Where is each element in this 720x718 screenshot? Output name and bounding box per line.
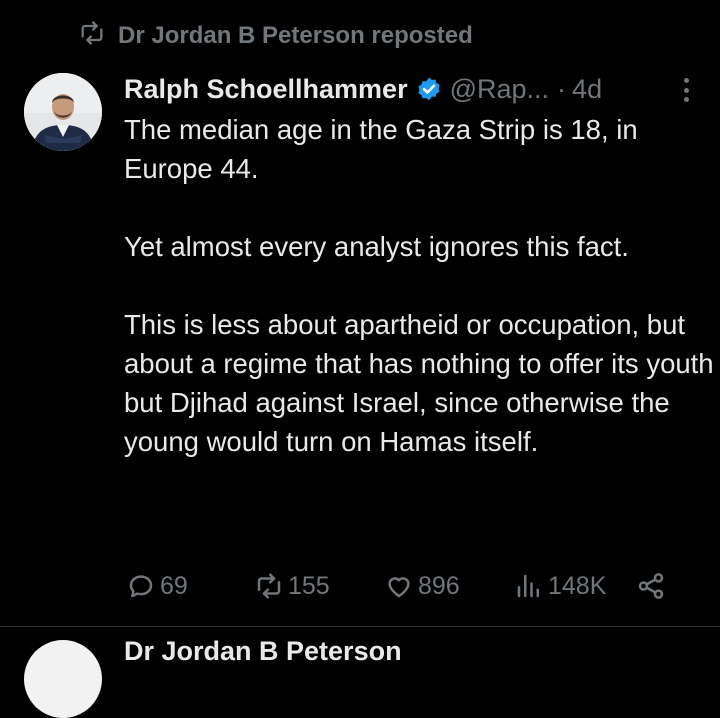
reply-button[interactable]: 69 <box>126 566 188 606</box>
header-separator: · <box>557 73 567 104</box>
tweet-paragraph: The median age in the Gaza Strip is 18, … <box>124 114 638 184</box>
next-tweet-author[interactable]: Dr Jordan B Peterson <box>124 636 402 666</box>
tweet-timestamp[interactable]: 4d <box>572 74 602 105</box>
view-count: 148K <box>548 571 607 600</box>
repost-icon <box>78 19 106 54</box>
repost-label: Dr Jordan B Peterson reposted <box>118 22 473 49</box>
views-chart-icon <box>517 574 539 598</box>
reply-icon <box>129 575 153 598</box>
repost-context[interactable]: Dr Jordan B Peterson reposted <box>78 20 473 52</box>
heart-icon <box>388 577 410 598</box>
tweet-paragraph: This is less about apartheid or occupati… <box>124 309 714 457</box>
like-count: 896 <box>418 571 460 600</box>
tweet-actions: 69 155 896 148K <box>126 566 686 606</box>
repost-icon <box>257 573 281 599</box>
tweet-text: The median age in the Gaza Strip is 18, … <box>124 110 714 461</box>
more-options-icon[interactable] <box>676 74 696 106</box>
tweet-paragraph: Yet almost every analyst ignores this fa… <box>124 231 629 262</box>
next-tweet-avatar[interactable] <box>24 640 102 718</box>
verified-badge-icon <box>417 77 440 101</box>
views-button[interactable]: 148K <box>514 566 606 606</box>
reply-count: 69 <box>160 571 188 600</box>
repost-count: 155 <box>288 571 330 600</box>
author-name[interactable]: Ralph Schoellhammer <box>124 74 408 105</box>
share-button[interactable] <box>636 566 666 606</box>
share-icon <box>638 573 664 599</box>
tweet-divider <box>0 626 720 627</box>
author-avatar[interactable] <box>24 73 102 151</box>
repost-button[interactable]: 155 <box>254 566 330 606</box>
like-button[interactable]: 896 <box>384 566 460 606</box>
tweet-header: Ralph Schoellhammer @Rap... · 4d <box>124 70 690 108</box>
author-handle[interactable]: @Rap... <box>450 74 549 105</box>
